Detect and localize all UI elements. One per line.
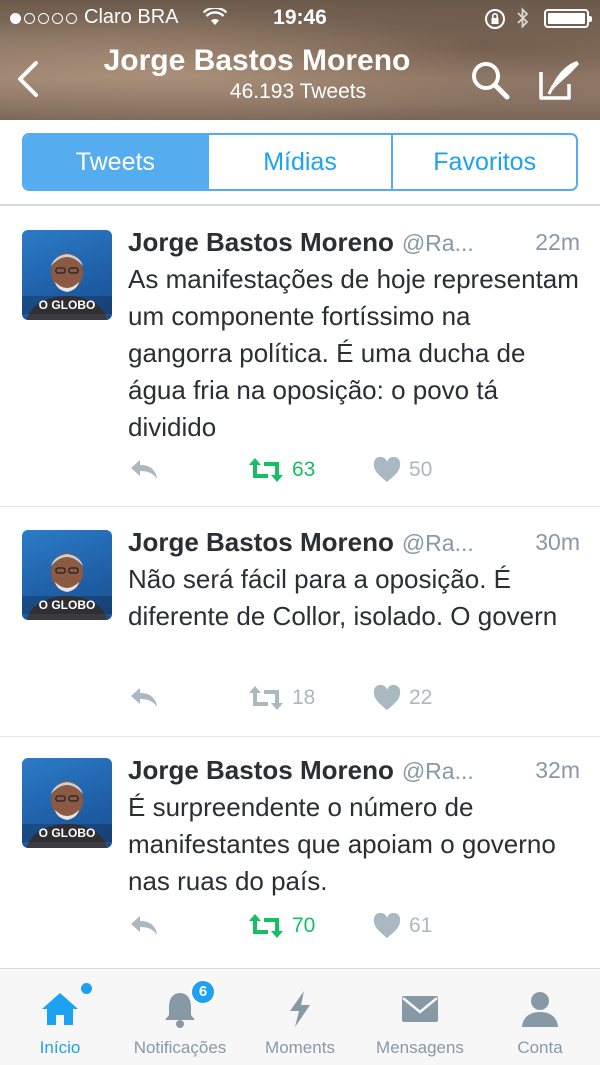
profile-tabs: Tweets Mídias Favoritos (22, 133, 578, 191)
heart-icon (373, 685, 401, 710)
reply-icon (131, 688, 157, 707)
tab-label: Início (39, 1038, 81, 1057)
tab-conta[interactable]: Conta (480, 969, 600, 1065)
like-button[interactable]: 22 (373, 685, 432, 711)
tweet-actions: 18 22 (128, 685, 458, 715)
home-icon (42, 993, 78, 1025)
avatar[interactable]: O GLOBO (22, 758, 112, 848)
tweet-time: 22m (535, 229, 580, 255)
search-button[interactable] (468, 58, 512, 107)
retweet-button[interactable]: 63 (248, 457, 315, 483)
tweet-item[interactable]: O GLOBO Jorge Bastos Moreno @Ra... 32m É … (0, 737, 600, 965)
tweet-text: As manifestações de hoje representam um … (128, 264, 579, 442)
tweet-item[interactable]: O GLOBO Jorge Bastos Moreno @Ra... 22m As… (0, 207, 600, 507)
bluetooth-icon (516, 7, 530, 35)
notification-badge: 6 (190, 979, 216, 1005)
person-icon (522, 992, 558, 1027)
divider (0, 204, 600, 206)
retweet-count: 70 (292, 914, 316, 937)
status-bar: Claro BRA 19:46 (0, 6, 600, 32)
avatar[interactable]: O GLOBO (22, 230, 112, 320)
search-icon (472, 62, 510, 100)
tab-moments[interactable]: Moments (240, 969, 360, 1065)
avatar-label: O GLOBO (22, 596, 112, 614)
lightning-icon (290, 991, 310, 1027)
tweet-header: Jorge Bastos Moreno @Ra... 22m (128, 227, 580, 261)
like-button[interactable]: 50 (373, 457, 432, 483)
battery-icon (544, 9, 592, 28)
tweet-actions: 63 50 (128, 457, 458, 487)
reply-button[interactable] (128, 457, 160, 481)
retweet-count: 18 (292, 686, 316, 709)
profile-header: Claro BRA 19:46 Jorge Bastos Moreno 46.1… (0, 0, 600, 120)
like-count: 61 (409, 914, 433, 937)
tweet-item[interactable]: O GLOBO Jorge Bastos Moreno @Ra... 30m Nã… (0, 507, 600, 737)
retweet-icon (249, 458, 283, 482)
rotation-lock-icon (484, 8, 506, 36)
avatar[interactable]: O GLOBO (22, 530, 112, 620)
reply-button[interactable] (128, 685, 160, 709)
retweet-button[interactable]: 70 (248, 913, 315, 939)
tab-label: Conta (517, 1038, 563, 1057)
retweet-button[interactable]: 18 (248, 685, 315, 711)
tab-tweets[interactable]: Tweets (24, 135, 207, 189)
tweet-actions: 70 61 (128, 913, 458, 943)
tab-label: Moments (265, 1038, 335, 1057)
retweet-icon (249, 686, 283, 710)
tab-favoritos[interactable]: Favoritos (391, 135, 576, 189)
tab-mensagens[interactable]: Mensagens (360, 969, 480, 1065)
avatar-label: O GLOBO (22, 824, 112, 842)
like-count: 50 (409, 458, 433, 481)
unread-dot (81, 983, 92, 994)
compose-tweet-button[interactable] (537, 58, 583, 107)
retweet-count: 63 (292, 458, 316, 481)
avatar-label: O GLOBO (22, 296, 112, 314)
bottom-tab-bar: Início 6 Notificações Moments Mensagens … (0, 968, 600, 1065)
retweet-icon (249, 914, 283, 938)
tweet-author-name[interactable]: Jorge Bastos Moreno (128, 227, 394, 257)
like-button[interactable]: 61 (373, 913, 432, 939)
reply-icon (131, 460, 157, 479)
clock: 19:46 (273, 6, 327, 29)
tab-label: Mensagens (376, 1038, 464, 1057)
profile-name: Jorge Bastos Moreno (103, 44, 411, 77)
tweet-text: É surpreendente o número de manifestante… (128, 792, 556, 896)
compose-icon (539, 61, 579, 100)
tweet-author-name[interactable]: Jorge Bastos Moreno (128, 755, 394, 785)
tweet-header: Jorge Bastos Moreno @Ra... 32m (128, 755, 580, 789)
tweet-header: Jorge Bastos Moreno @Ra... 30m (128, 527, 580, 561)
tweet-text: Não será fácil para a oposição. É difere… (128, 564, 558, 631)
tweet-time: 32m (535, 757, 580, 783)
envelope-icon (402, 996, 438, 1022)
tweet-time: 30m (535, 529, 580, 555)
tweet-author-handle[interactable]: @Ra... (402, 758, 474, 784)
heart-icon (373, 457, 401, 482)
tab-label: Notificações (133, 1038, 227, 1057)
tweet-author-handle[interactable]: @Ra... (402, 530, 474, 556)
tab-midias[interactable]: Mídias (206, 135, 392, 189)
reply-icon (131, 916, 157, 935)
heart-icon (373, 913, 401, 938)
tab-inicio[interactable]: Início (0, 969, 120, 1065)
tweet-author-handle[interactable]: @Ra... (402, 230, 474, 256)
reply-button[interactable] (128, 913, 160, 937)
tweet-author-name[interactable]: Jorge Bastos Moreno (128, 527, 394, 557)
tab-notificacoes[interactable]: 6 Notificações (120, 969, 240, 1065)
like-count: 22 (409, 686, 433, 709)
